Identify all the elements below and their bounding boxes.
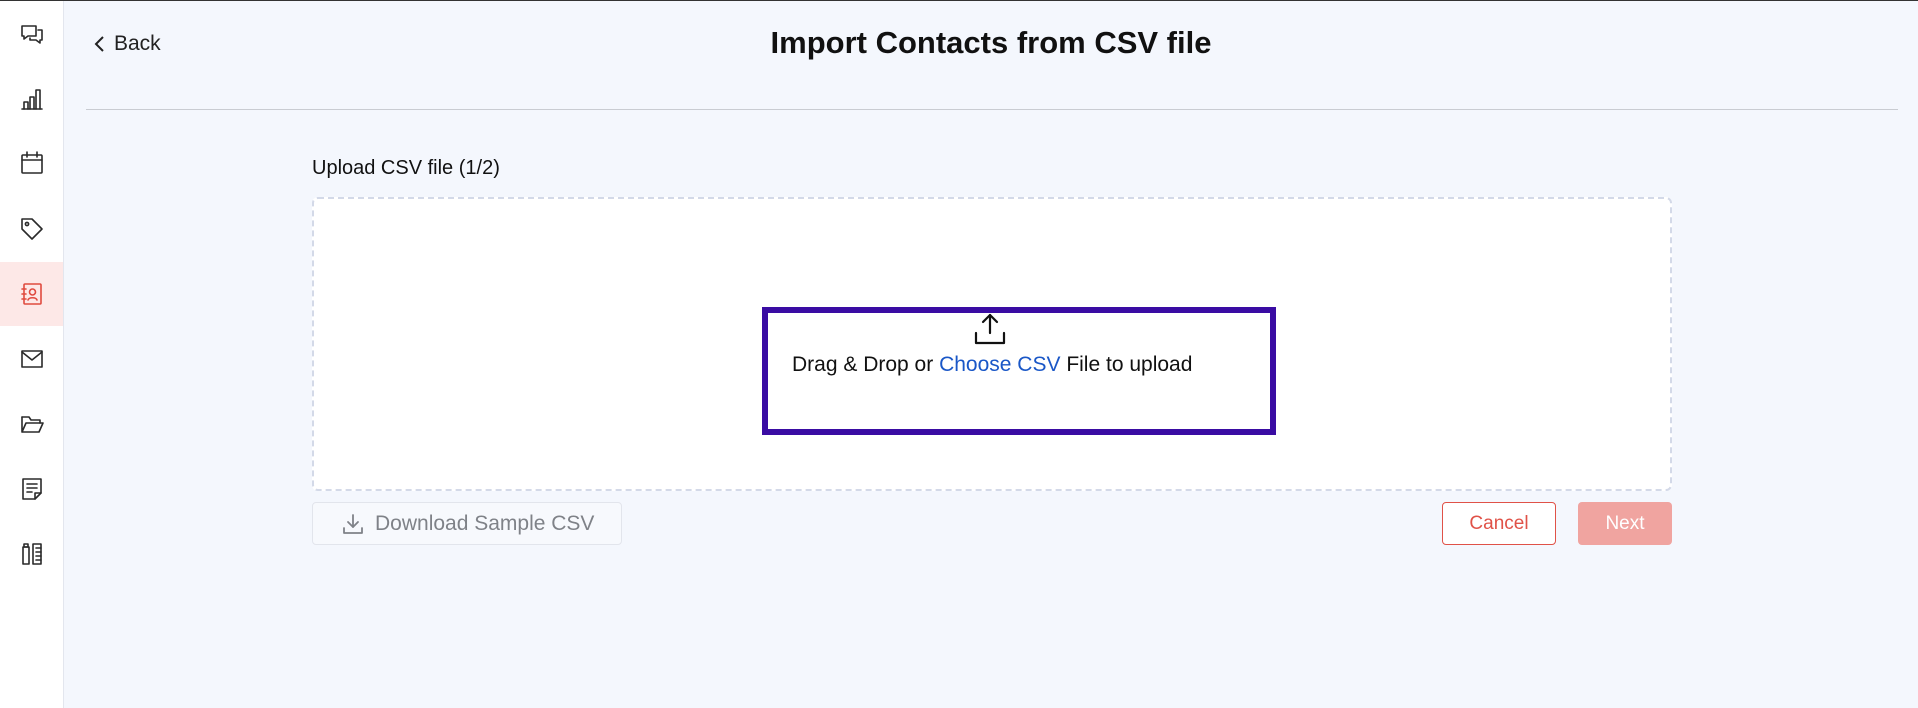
cancel-button[interactable]: Cancel bbox=[1442, 502, 1556, 545]
mail-icon bbox=[20, 350, 43, 368]
chat-icon bbox=[20, 25, 43, 44]
sidebar-item-tools[interactable] bbox=[0, 522, 63, 586]
sidebar-item-reports[interactable] bbox=[0, 67, 63, 131]
contacts-icon bbox=[20, 283, 42, 305]
sidebar-item-tags[interactable] bbox=[0, 197, 63, 261]
header-divider bbox=[86, 109, 1898, 110]
sidebar-item-calendar[interactable] bbox=[0, 131, 63, 195]
download-sample-label: Download Sample CSV bbox=[375, 511, 595, 535]
notes-icon bbox=[21, 478, 42, 500]
drop-suffix: File to upload bbox=[1066, 353, 1193, 376]
drop-instructions: Drag & Drop or Choose CSV File to upload bbox=[792, 353, 1192, 377]
download-sample-button[interactable]: Download Sample CSV bbox=[312, 502, 622, 545]
chart-icon bbox=[20, 89, 43, 110]
sidebar-item-chats[interactable] bbox=[0, 3, 63, 67]
sidebar-item-notes[interactable] bbox=[0, 457, 63, 521]
choose-csv-link[interactable]: Choose CSV bbox=[939, 353, 1060, 376]
main-content: Back Import Contacts from CSV file Uploa… bbox=[64, 1, 1918, 708]
sidebar-item-files[interactable] bbox=[0, 392, 63, 456]
sidebar bbox=[0, 1, 64, 708]
step-label: Upload CSV file (1/2) bbox=[312, 157, 500, 179]
folder-icon bbox=[20, 416, 44, 433]
drop-prefix: Drag & Drop or bbox=[792, 353, 934, 376]
upload-icon bbox=[972, 311, 1008, 347]
tools-icon bbox=[21, 543, 42, 565]
page-title: Import Contacts from CSV file bbox=[770, 25, 1212, 60]
sidebar-item-mail[interactable] bbox=[0, 327, 63, 391]
download-icon bbox=[343, 513, 363, 534]
tag-icon bbox=[20, 218, 43, 240]
calendar-icon bbox=[20, 151, 43, 174]
sidebar-item-contacts[interactable] bbox=[0, 262, 63, 326]
next-button[interactable]: Next bbox=[1578, 502, 1672, 545]
